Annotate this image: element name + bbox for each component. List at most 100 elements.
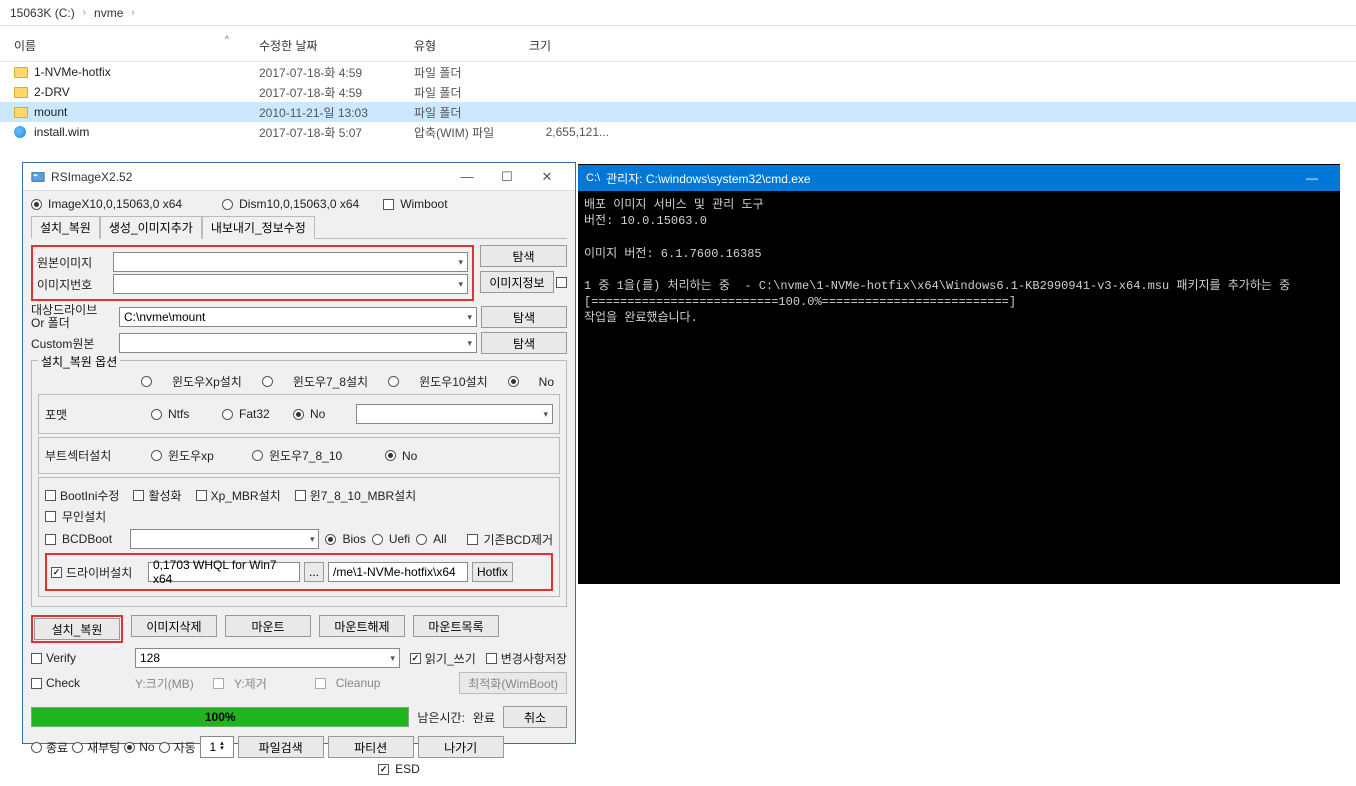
chevron-right-icon: › — [131, 7, 134, 18]
win7mbr-check[interactable] — [295, 490, 306, 501]
fat32-radio[interactable] — [222, 409, 233, 420]
cmd-minimize-button[interactable]: — — [1292, 171, 1332, 185]
elapsed-value: 완료 — [473, 709, 495, 726]
file-name: install.wim — [34, 125, 259, 139]
file-row[interactable]: mount2010-11-21-일 13:03파일 폴더 — [0, 102, 1356, 122]
column-name[interactable]: 이름^ — [14, 37, 259, 54]
xpmbr-check[interactable] — [196, 490, 207, 501]
hotfix-button[interactable]: Hotfix — [472, 562, 513, 582]
format-combo[interactable]: ▾ — [356, 404, 553, 424]
bios-radio[interactable] — [325, 534, 336, 545]
dropdown-arrow-icon: ▾ — [458, 257, 463, 268]
wim-icon — [14, 126, 26, 138]
delete-image-button[interactable]: 이미지삭제 — [131, 615, 217, 637]
bcdboot-combo[interactable]: ▾ — [130, 529, 319, 549]
window-titlebar[interactable]: RSImageX2.52 — ☐ ✕ — [23, 163, 575, 191]
bcdremove-check[interactable] — [467, 534, 478, 545]
dism-radio[interactable] — [222, 199, 233, 210]
driver-install-check[interactable] — [51, 567, 62, 578]
bootini-check[interactable] — [45, 490, 56, 501]
quantity-combo[interactable]: 128▾ — [135, 648, 400, 668]
elapsed-label: 남은시간: — [417, 709, 465, 726]
folder-icon — [14, 87, 28, 98]
column-size[interactable]: 크기 — [529, 37, 609, 54]
bcdboot-check[interactable] — [45, 534, 56, 545]
maximize-button[interactable]: ☐ — [487, 169, 527, 185]
cancel-button[interactable]: 취소 — [503, 706, 567, 728]
shutdown-radio[interactable] — [31, 742, 42, 753]
dism-label: Dism10,0,15063,0 x64 — [239, 197, 359, 211]
noaction-radio[interactable] — [124, 742, 135, 753]
file-type: 파일 폴더 — [414, 104, 529, 121]
winxp-radio[interactable] — [141, 376, 152, 387]
cmd-titlebar[interactable]: C:\ 관리자: C:\windows\system32\cmd.exe — — [578, 165, 1340, 191]
breadcrumb-segment[interactable]: nvme — [94, 6, 123, 20]
image-info-check[interactable] — [556, 277, 567, 288]
spin-input[interactable]: 1▴▾ — [200, 736, 234, 758]
readwrite-check[interactable] — [410, 653, 421, 664]
ntfs-radio[interactable] — [151, 409, 162, 420]
boot-no-radio[interactable] — [385, 450, 396, 461]
verify-check[interactable] — [31, 653, 42, 664]
uefi-radio[interactable] — [372, 534, 383, 545]
esd-check[interactable] — [378, 764, 389, 775]
chevron-right-icon: › — [83, 7, 86, 18]
image-number-label: 이미지번호 — [37, 276, 109, 293]
file-name: 1-NVMe-hotfix — [34, 65, 259, 79]
file-name: 2-DRV — [34, 85, 259, 99]
image-number-combo[interactable]: ▾ — [113, 274, 468, 294]
check-check[interactable] — [31, 678, 42, 689]
image-info-button[interactable]: 이미지정보 — [480, 271, 554, 293]
dropdown-arrow-icon: ▾ — [390, 653, 395, 664]
auto-radio[interactable] — [159, 742, 170, 753]
boot-xp-radio[interactable] — [151, 450, 162, 461]
custom-source-combo[interactable]: ▾ — [119, 333, 477, 353]
browse-source-button[interactable]: 탐색 — [480, 245, 567, 267]
browse-target-button[interactable]: 탐색 — [481, 306, 567, 328]
save-changes-check[interactable] — [486, 653, 497, 664]
mount-list-button[interactable]: 마운트목록 — [413, 615, 499, 637]
file-row[interactable]: 2-DRV2017-07-18-화 4:59파일 폴더 — [0, 82, 1356, 102]
breadcrumb-segment[interactable]: 15063K (C:) — [10, 6, 75, 20]
tab-install-restore[interactable]: 설치_복원 — [31, 216, 100, 239]
close-button[interactable]: ✕ — [527, 169, 567, 185]
tab-export-edit[interactable]: 내보내기_정보수정 — [202, 216, 315, 239]
partition-button[interactable]: 파티션 — [328, 736, 414, 758]
unmount-button[interactable]: 마운트해제 — [319, 615, 405, 637]
win10-radio[interactable] — [388, 376, 399, 387]
exit-button[interactable]: 나가기 — [418, 736, 504, 758]
file-type: 압축(WIM) 파일 — [414, 124, 529, 141]
hotfix-path-input[interactable]: /me\1-NVMe-hotfix\x64 — [328, 562, 468, 582]
wimboot-check[interactable] — [383, 199, 394, 210]
dropdown-arrow-icon: ▾ — [467, 312, 472, 323]
install-restore-button[interactable]: 설치_복원 — [34, 618, 120, 640]
tab-create-add[interactable]: 생성_이미지추가 — [100, 216, 202, 239]
reboot-radio[interactable] — [72, 742, 83, 753]
file-search-button[interactable]: 파일검색 — [238, 736, 324, 758]
file-row[interactable]: install.wim2017-07-18-화 5:07압축(WIM) 파일2,… — [0, 122, 1356, 142]
minimize-button[interactable]: — — [447, 169, 487, 184]
dropdown-arrow-icon: ▾ — [543, 409, 548, 420]
source-image-combo[interactable]: ▾ — [113, 252, 468, 272]
unattend-check[interactable] — [45, 511, 56, 522]
win78-radio[interactable] — [262, 376, 273, 387]
breadcrumb[interactable]: 15063K (C:) › nvme › — [0, 0, 1356, 26]
active-check[interactable] — [133, 490, 144, 501]
imagex-radio[interactable] — [31, 199, 42, 210]
driver-browse-button[interactable]: ... — [304, 562, 324, 582]
target-drive-combo[interactable]: C:\nvme\mount▾ — [119, 307, 477, 327]
all-radio[interactable] — [416, 534, 427, 545]
no-os-radio[interactable] — [508, 376, 519, 387]
file-date: 2017-07-18-화 5:07 — [259, 124, 414, 141]
column-date[interactable]: 수정한 날짜 — [259, 37, 414, 54]
boot-win78-radio[interactable] — [252, 450, 263, 461]
browse-custom-button[interactable]: 탐색 — [481, 332, 567, 354]
column-type[interactable]: 유형 — [414, 37, 529, 54]
driver-text-input[interactable]: 0,1703 WHQL for Win7 x64 — [148, 562, 300, 582]
file-row[interactable]: 1-NVMe-hotfix2017-07-18-화 4:59파일 폴더 — [0, 62, 1356, 82]
mount-button[interactable]: 마운트 — [225, 615, 311, 637]
format-no-radio[interactable] — [293, 409, 304, 420]
file-size: 2,655,121... — [529, 125, 609, 139]
progress-bar: 100% — [31, 707, 409, 727]
cmd-title-text: 관리자: C:\windows\system32\cmd.exe — [606, 170, 1292, 187]
